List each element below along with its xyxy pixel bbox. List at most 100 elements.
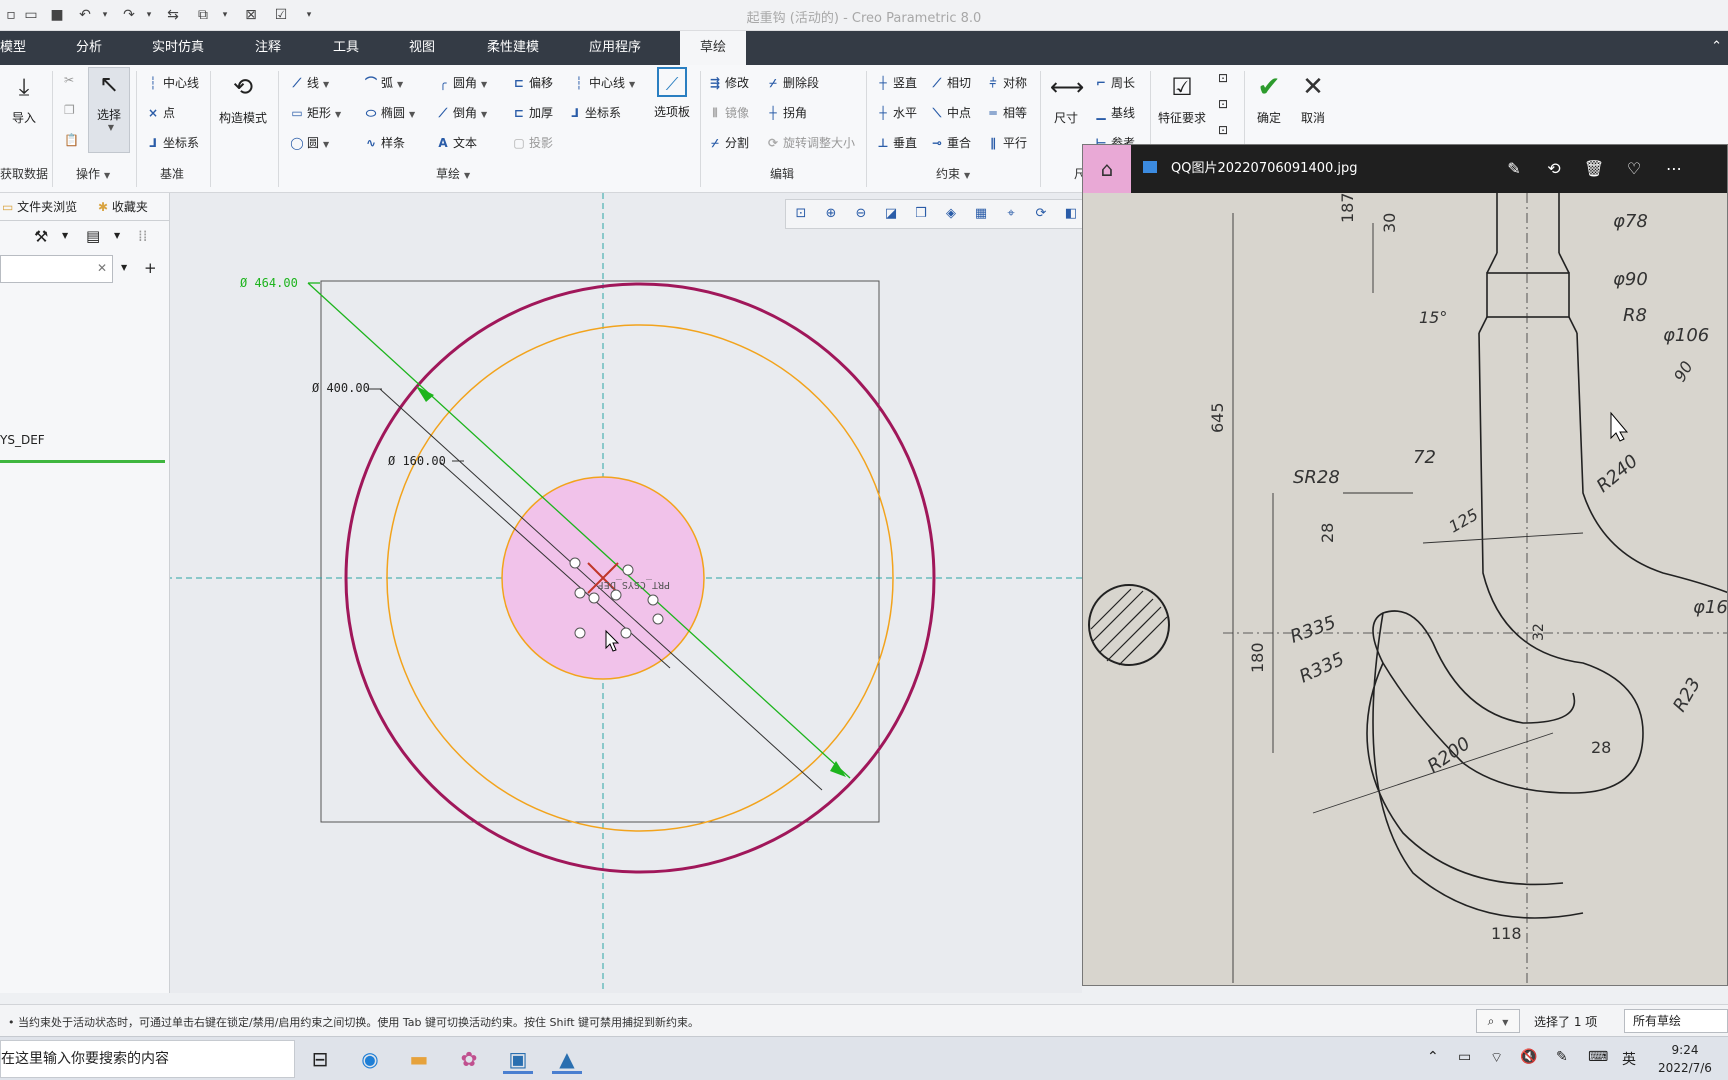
rectangle-button[interactable]: ▭ 矩形 ▼ — [290, 104, 341, 121]
window-dropdown-icon[interactable]: ▾ — [216, 6, 234, 24]
sketch-centerline-button[interactable]: ┆ 中心线 ▼ — [572, 74, 635, 91]
offset-button[interactable]: ⊏ 偏移 — [512, 74, 553, 91]
baseline-button[interactable]: ▁ 基线 — [1094, 104, 1135, 121]
tree-filter-icon[interactable]: ⁞⁞ — [138, 227, 148, 245]
tangent-button[interactable]: ⟋ 相切 — [930, 74, 971, 91]
constraint-symbol[interactable] — [647, 594, 659, 606]
close-window-icon[interactable]: ⊠ — [242, 6, 260, 24]
dropdown-icon[interactable]: ▼ — [62, 231, 68, 240]
cut-icon[interactable]: ✂ — [64, 73, 74, 87]
tab-tools[interactable]: 工具 — [333, 31, 359, 65]
battery-icon[interactable]: ▭ — [1458, 1049, 1471, 1065]
tab-applications[interactable]: 应用程序 — [589, 31, 641, 65]
customize-dropdown-icon[interactable]: ▾ — [300, 6, 318, 24]
dimension-400-label[interactable]: Ø 400.00 — [312, 381, 370, 395]
datum-display-icon[interactable]: ▦ — [972, 205, 990, 223]
copy-icon[interactable]: ❐ — [64, 103, 75, 117]
chamfer-button[interactable]: ⟋ 倒角 ▼ — [436, 104, 487, 121]
home-icon[interactable]: ⌂ — [1083, 145, 1131, 193]
edit-icon[interactable]: ✎ — [1503, 158, 1525, 180]
zoom-out-icon[interactable]: ⊖ — [852, 205, 870, 223]
navigator-search-input[interactable]: ✕ — [0, 255, 113, 283]
datum-point-button[interactable]: × 点 — [146, 104, 175, 121]
constraint-symbol[interactable] — [574, 587, 586, 599]
creo-app-icon[interactable]: ▣ — [503, 1044, 533, 1074]
coincident-button[interactable]: ⊸ 重合 — [930, 134, 971, 151]
sketch-view-icon[interactable]: ◧ — [1062, 205, 1080, 223]
rotate-resize-button[interactable]: ⟳ 旋转调整大小 — [766, 134, 855, 151]
constraint-symbol[interactable] — [569, 557, 581, 569]
cancel-button[interactable]: ✕ 取消 — [1294, 71, 1332, 126]
redo-dropdown-icon[interactable]: ▾ — [140, 6, 158, 24]
perpendicular-button[interactable]: ⊥ 垂直 — [876, 134, 918, 151]
datum-csys-button[interactable]: ⅃ 坐标系 — [146, 134, 199, 151]
undo-dropdown-icon[interactable]: ▾ — [96, 6, 114, 24]
regenerate-icon[interactable]: ⇆ — [164, 6, 182, 24]
datum-centerline-button[interactable]: ┆ 中心线 — [146, 74, 199, 91]
keyboard-icon[interactable]: ⌨ — [1588, 1049, 1608, 1065]
modify-button[interactable]: ⇶ 修改 — [708, 74, 749, 91]
delete-segment-button[interactable]: ⌿ 删除段 — [766, 74, 819, 91]
constraint-symbol[interactable] — [620, 627, 632, 639]
corner-button[interactable]: ┼ 拐角 — [766, 104, 807, 121]
find-button[interactable]: ⌕ ▼ — [1476, 1009, 1520, 1033]
redo-icon[interactable]: ↷ — [120, 6, 138, 24]
show-icon[interactable]: ▤ — [86, 227, 100, 245]
constraint-symbol[interactable] — [588, 592, 600, 604]
new-file-icon[interactable]: ▫ — [2, 6, 20, 24]
selection-filter-select[interactable]: 所有草绘 — [1624, 1009, 1728, 1033]
mirror-button[interactable]: ⫴ 镜像 — [708, 104, 749, 121]
inspect-icon-2[interactable]: ⊡ — [1218, 97, 1228, 111]
customize-icon[interactable]: ☑ — [272, 6, 290, 24]
group-constrain[interactable]: 约束 ▼ — [936, 165, 970, 182]
feature-requirements-button[interactable]: ☑ 特征要求 — [1156, 71, 1208, 126]
ellipse-button[interactable]: ⬭ 椭圆 ▼ — [364, 104, 415, 121]
save-icon[interactable]: ■ — [48, 6, 66, 24]
graphics-area[interactable]: Ø 464.00 Ø 400.00 Ø 160.00 PRT_CSYS_DEF — [170, 193, 1085, 993]
group-sketching[interactable]: 草绘 ▼ — [436, 165, 470, 182]
arc-button[interactable]: ⌒ 弧 ▼ — [364, 74, 403, 91]
tab-live-simulation[interactable]: 实时仿真 — [152, 31, 204, 65]
tab-sketch[interactable]: 草绘 — [680, 31, 747, 65]
rotate-icon[interactable]: ⟲ — [1543, 158, 1565, 180]
favorite-heart-icon[interactable]: ♡ — [1623, 158, 1645, 180]
zoom-in-icon[interactable]: ⊕ — [822, 205, 840, 223]
circle-button[interactable]: ◯ 圆 ▼ — [290, 134, 329, 151]
dropdown-icon[interactable]: ▼ — [114, 231, 120, 240]
system-clock[interactable]: 9:24 2022/7/6 — [1645, 1041, 1725, 1077]
inspect-icon-3[interactable]: ⊡ — [1218, 123, 1228, 137]
palette-button[interactable]: ⟋ 选项板 — [650, 67, 694, 120]
clear-search-icon[interactable]: ✕ — [97, 261, 107, 275]
tab-model[interactable]: 模型 — [0, 31, 26, 65]
dimension-160-label[interactable]: Ø 160.00 — [388, 454, 446, 468]
more-options-icon[interactable]: ⋯ — [1663, 158, 1685, 180]
selection-count[interactable]: 选择了 1 项 — [1534, 1013, 1597, 1030]
delete-icon[interactable]: 🗑 — [1583, 158, 1605, 180]
collapse-ribbon-icon[interactable]: ⌃ — [1711, 39, 1722, 54]
construction-mode-button[interactable]: ⟲ 构造模式 — [216, 71, 270, 126]
inspect-icon-1[interactable]: ⊡ — [1218, 71, 1228, 85]
edge-browser-icon[interactable]: ◉ — [355, 1044, 385, 1074]
dimension-button[interactable]: ⟷ 尺寸 — [1046, 71, 1086, 126]
file-explorer-icon[interactable]: ▬ — [404, 1044, 434, 1074]
repaint-icon[interactable]: ◪ — [882, 205, 900, 223]
task-view-icon[interactable]: ⊟ — [305, 1044, 335, 1074]
refit-icon[interactable]: ⊡ — [792, 205, 810, 223]
wifi-icon[interactable]: ⌔ — [1490, 1049, 1503, 1067]
settings-tools-icon[interactable]: ⚒ — [34, 227, 48, 246]
perimeter-button[interactable]: ⌐ 周长 — [1094, 74, 1135, 91]
tab-flexible-modeling[interactable]: 柔性建模 — [487, 31, 539, 65]
text-button[interactable]: A 文本 — [436, 134, 477, 151]
tab-favorites[interactable]: ✱ 收藏夹 — [98, 198, 148, 215]
divide-button[interactable]: ⌿ 分割 — [708, 134, 749, 151]
search-dropdown-icon[interactable]: ▼ — [121, 263, 127, 272]
tray-expand-icon[interactable]: ⌃ — [1427, 1049, 1439, 1065]
select-button[interactable]: ↖ 选择 ▼ — [88, 67, 130, 153]
midpoint-button[interactable]: ⟍ 中点 — [930, 104, 971, 121]
display-style-icon[interactable]: ◈ — [942, 205, 960, 223]
line-button[interactable]: ⟋ 线 ▼ — [290, 74, 329, 91]
app-icon[interactable]: ✿ — [454, 1044, 484, 1074]
spline-button[interactable]: ∿ 样条 — [364, 134, 405, 151]
volume-icon[interactable]: 🔇 — [1520, 1049, 1537, 1065]
constraint-symbol[interactable] — [574, 627, 586, 639]
